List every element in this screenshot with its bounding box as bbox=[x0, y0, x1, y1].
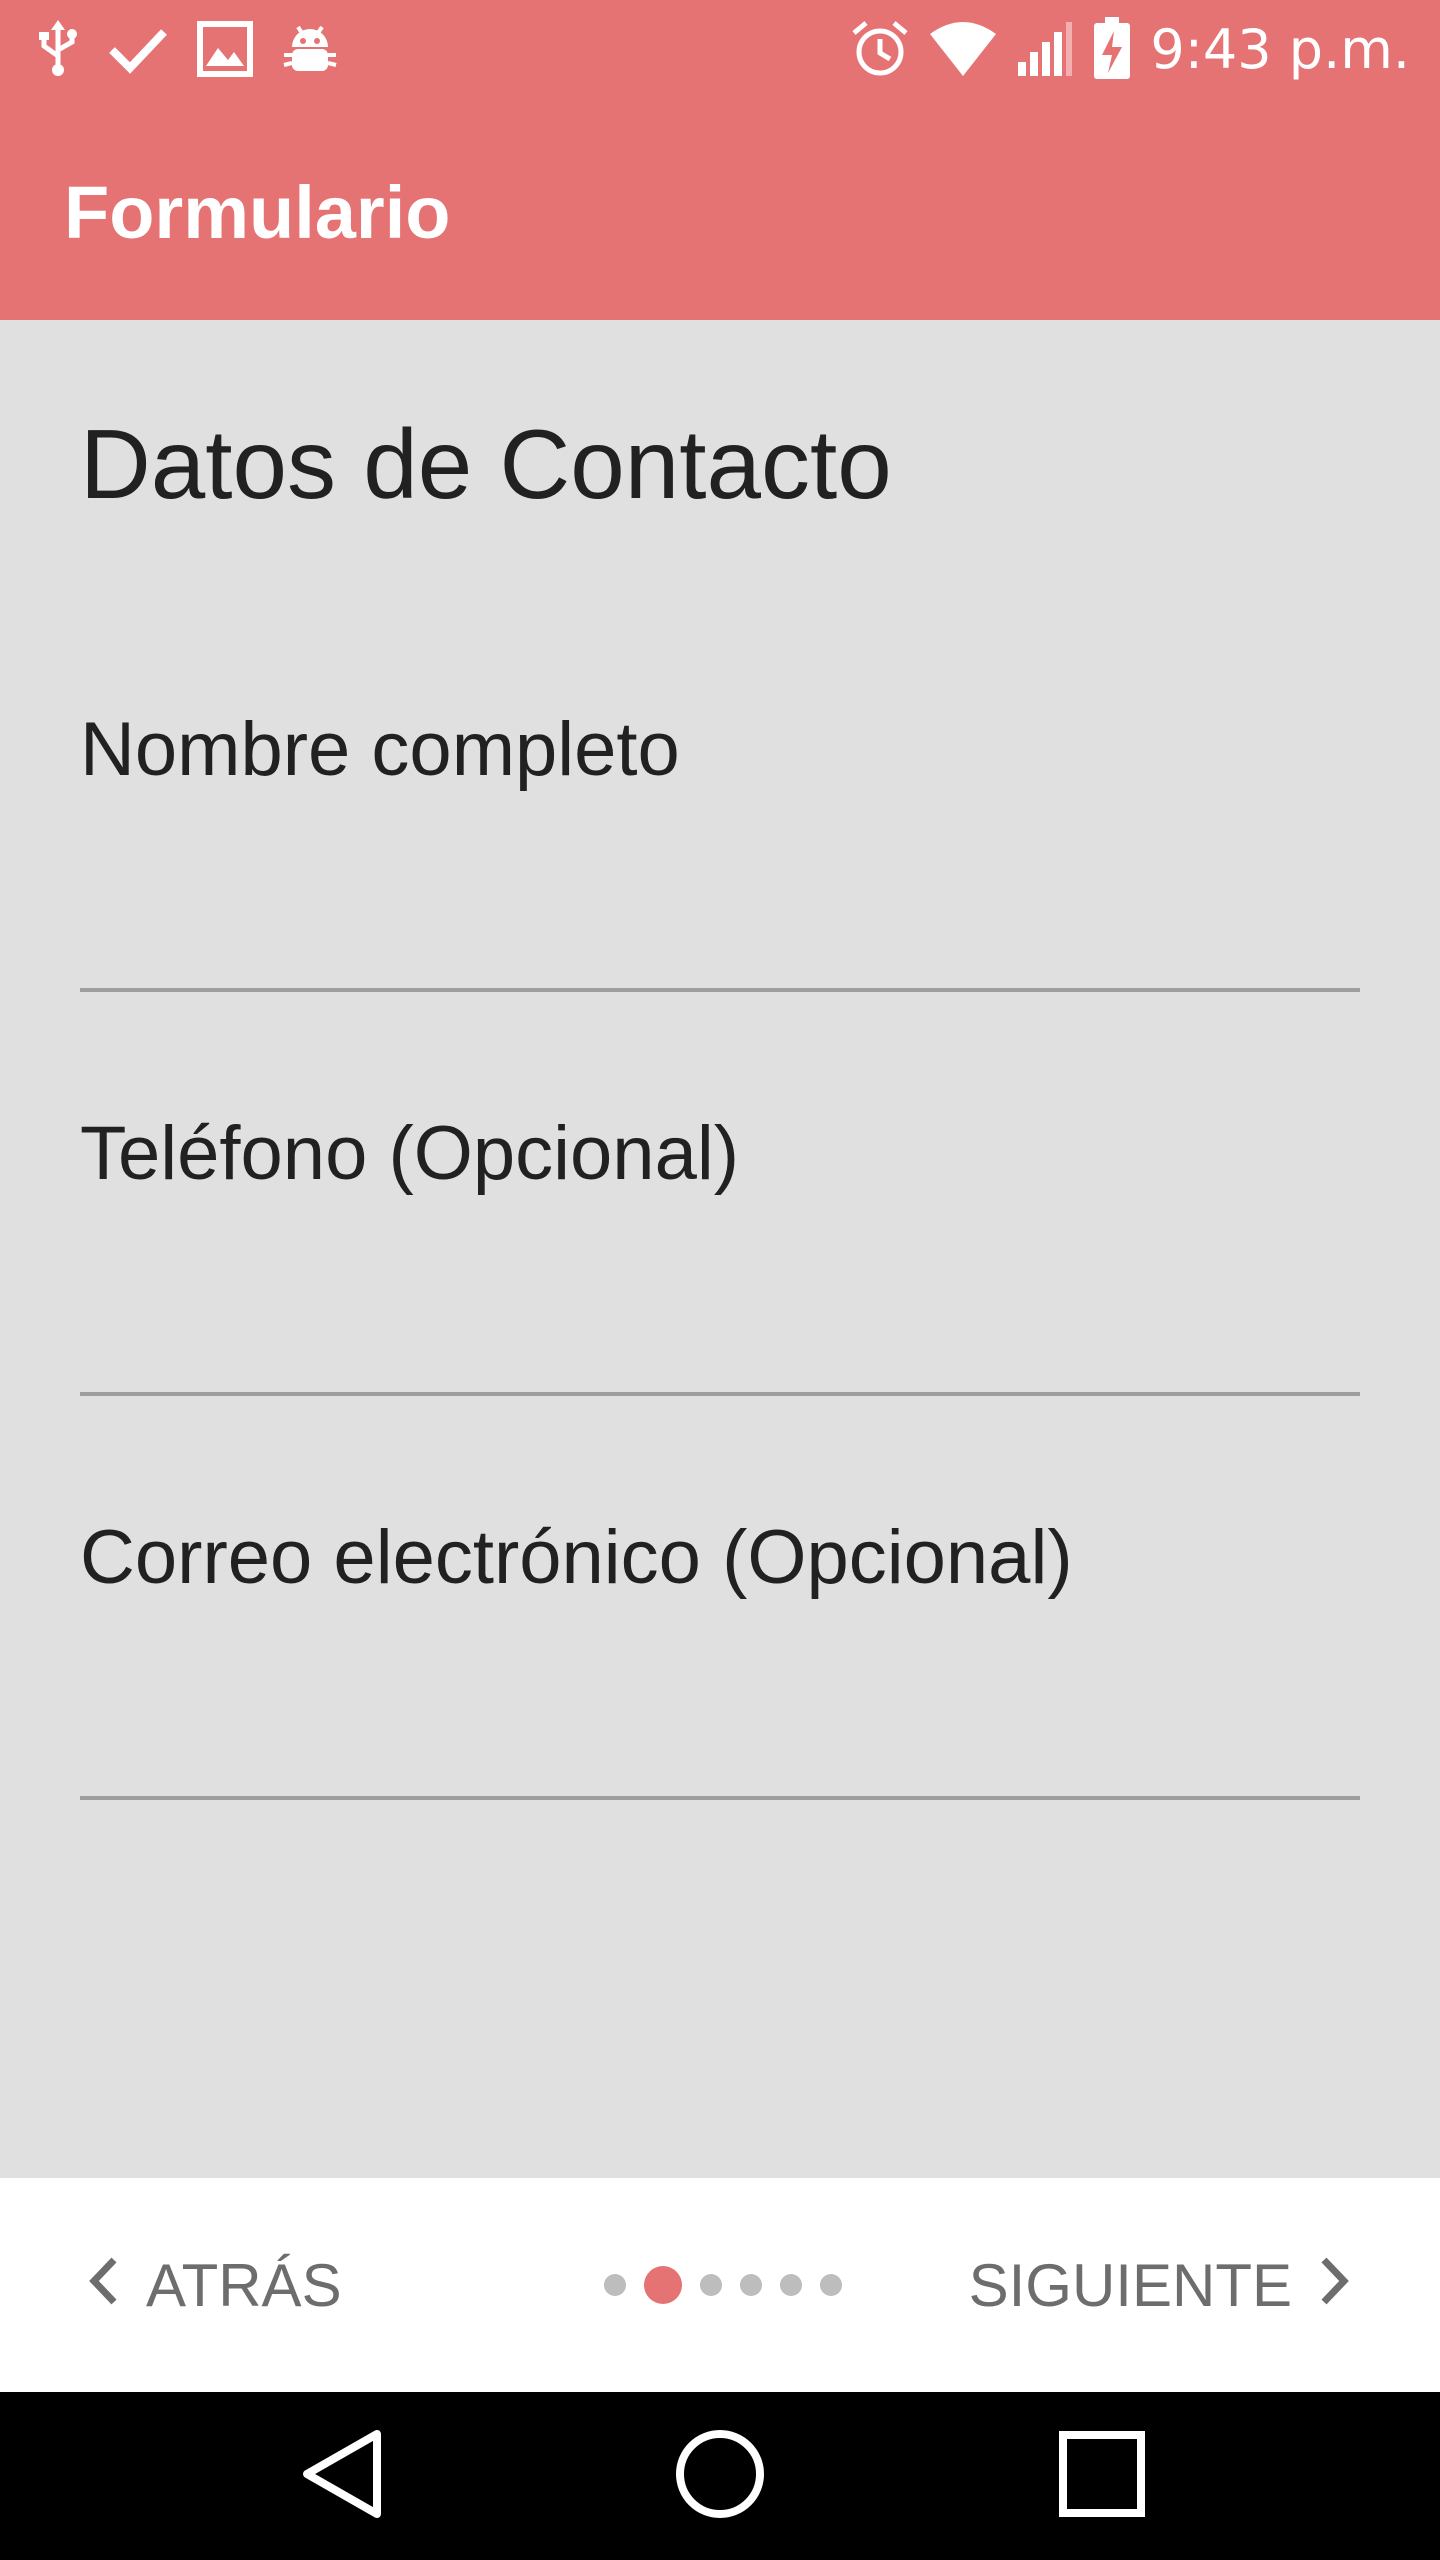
status-right-icons: 9:43 p.m. bbox=[850, 0, 1410, 98]
phone-input[interactable] bbox=[80, 1276, 1360, 1396]
section-title: Datos de Contacto bbox=[80, 409, 892, 519]
page-dot bbox=[780, 2274, 802, 2296]
full-name-label: Nombre completo bbox=[80, 707, 680, 792]
back-triangle-icon bbox=[297, 2426, 387, 2527]
email-input[interactable] bbox=[80, 1680, 1360, 1800]
recents-square-icon bbox=[1057, 2429, 1147, 2524]
page-dot bbox=[820, 2274, 842, 2296]
back-label: ATRÁS bbox=[146, 2251, 342, 2319]
page-indicator bbox=[604, 2178, 842, 2392]
app-title: Formulario bbox=[64, 170, 451, 254]
page-dot bbox=[604, 2274, 626, 2296]
status-left-icons bbox=[36, 0, 338, 98]
system-back-button[interactable] bbox=[262, 2392, 422, 2560]
full-name-input[interactable] bbox=[80, 872, 1360, 992]
wifi-icon bbox=[928, 20, 998, 78]
full-name-field: Nombre completo bbox=[80, 712, 1360, 992]
status-bar: 9:43 p.m. bbox=[0, 0, 1440, 98]
step-navigation: ATRÁS SIGUIENTE bbox=[0, 2178, 1440, 2392]
back-button[interactable]: ATRÁS bbox=[88, 2178, 342, 2392]
chevron-right-icon bbox=[1318, 2251, 1350, 2320]
phone-label: Teléfono (Opcional) bbox=[80, 1111, 740, 1196]
home-circle-icon bbox=[674, 2428, 766, 2525]
check-icon bbox=[108, 24, 168, 74]
system-recents-button[interactable] bbox=[1022, 2392, 1182, 2560]
form-content: Datos de Contacto Nombre completo Teléfo… bbox=[0, 320, 1440, 2178]
system-home-button[interactable] bbox=[640, 2392, 800, 2560]
chevron-left-icon bbox=[88, 2251, 120, 2320]
next-button[interactable]: SIGUIENTE bbox=[969, 2178, 1350, 2392]
page-dot bbox=[700, 2274, 722, 2296]
page-dot-active bbox=[644, 2266, 682, 2304]
alarm-icon bbox=[850, 19, 910, 79]
page-dot bbox=[740, 2274, 762, 2296]
email-field: Correo electrónico (Opcional) bbox=[80, 1520, 1360, 1800]
usb-icon bbox=[36, 20, 80, 78]
email-label: Correo electrónico (Opcional) bbox=[80, 1515, 1073, 1600]
battery-charging-icon bbox=[1092, 17, 1132, 81]
next-label: SIGUIENTE bbox=[968, 2251, 1292, 2319]
image-icon bbox=[196, 20, 254, 78]
phone-field: Teléfono (Opcional) bbox=[80, 1116, 1360, 1396]
android-debug-icon bbox=[282, 19, 338, 79]
app-bar: Formulario bbox=[0, 98, 1440, 320]
signal-icon bbox=[1016, 20, 1074, 78]
status-time: 9:43 p.m. bbox=[1150, 17, 1410, 81]
system-navigation-bar bbox=[0, 2392, 1440, 2560]
